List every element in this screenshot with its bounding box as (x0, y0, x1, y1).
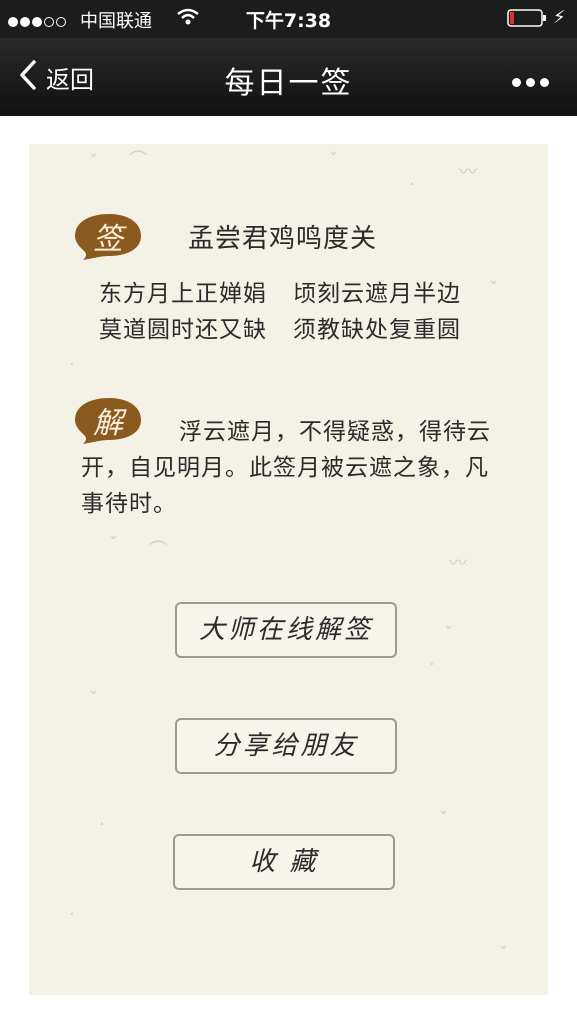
share-button[interactable]: 分享给朋友 (175, 718, 397, 774)
decorative-mark: ˇ (489, 279, 498, 300)
poem-line: 东方月上正婵娟 顷刻云遮月半边 (99, 274, 461, 308)
more-options-icon[interactable] (512, 72, 554, 91)
poem-line: 莫道圆时还又缺 须教缺处复重圆 (99, 310, 461, 344)
decorative-mark: ⌒ (129, 150, 147, 171)
decorative-mark: ˇ (109, 534, 118, 555)
poem-verse: 东方月上正婵娟 (99, 281, 267, 307)
master-interpret-button[interactable]: 大师在线解签 (175, 602, 397, 658)
decorative-mark: 〰 (449, 553, 467, 574)
poem-verse: 须教缺处复重圆 (293, 317, 461, 343)
decorative-mark: · (99, 814, 105, 835)
decorative-mark: · (429, 654, 435, 675)
decorative-mark: 〰 (459, 162, 477, 183)
sign-badge: 签 (71, 212, 143, 260)
decorative-mark: ˇ (439, 809, 448, 830)
navigation-bar: 返回 每日一签 (0, 38, 577, 116)
decorative-mark: · (69, 354, 75, 375)
battery-icon (507, 9, 547, 27)
status-time: 下午7:38 (245, 10, 332, 32)
page-title: 每日一签 (224, 66, 353, 101)
decorative-mark: ˇ (329, 150, 338, 171)
explanation-text: 浮云遮月，不得疑惑，得待云开，自见明月。此签月被云遮之象，凡事待时。 (81, 419, 491, 517)
charging-icon: ⚡ (553, 7, 566, 28)
decorative-mark: ˇ (499, 944, 508, 965)
favorite-button[interactable]: 收 藏 (173, 834, 395, 890)
decorative-mark: ˇ (89, 689, 98, 710)
poem-verse: 顷刻云遮月半边 (293, 281, 461, 307)
decorative-mark: ˇ (444, 624, 453, 645)
poem-title: 孟尝君鸡鸣度关 (188, 224, 378, 254)
poem-verse: 莫道圆时还又缺 (99, 317, 267, 343)
fortune-card: ˇ ⌒ ˇ 〰 · ˇ · ˇ ⌒ 〰 ˇ ˇ · · ˇ · ˇ 签 孟尝君鸡… (29, 144, 548, 995)
decorative-mark: ˇ (89, 152, 98, 173)
decorative-mark: · (69, 904, 75, 925)
sign-badge-char: 签 (93, 222, 123, 257)
status-bar: 中国联通 下午7:38 ⚡ (0, 0, 577, 38)
decorative-mark: ⌒ (149, 540, 167, 561)
decorative-mark: · (409, 174, 415, 195)
